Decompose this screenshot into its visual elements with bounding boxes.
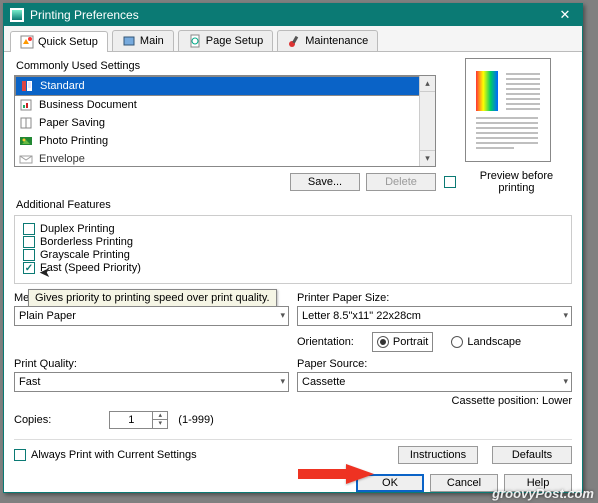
listbox-scrollbar[interactable]: ▴ ▾ xyxy=(419,76,435,166)
print-quality-label: Print Quality: xyxy=(14,358,289,370)
scroll-down[interactable]: ▾ xyxy=(420,150,435,166)
copies-range: (1-999) xyxy=(178,414,213,426)
orientation-label: Orientation: xyxy=(297,336,354,348)
chevron-down-icon: ▾ xyxy=(563,310,568,321)
tab-label: Main xyxy=(140,35,164,47)
media-type-select[interactable]: Plain Paper ▾ xyxy=(14,306,289,326)
fast-tooltip: Gives priority to printing speed over pr… xyxy=(28,289,277,307)
scroll-up[interactable]: ▴ xyxy=(420,76,435,92)
landscape-radio[interactable]: Landscape xyxy=(451,336,521,348)
photo-icon xyxy=(19,134,33,148)
paper-source-value: Cassette xyxy=(302,376,345,388)
tab-label: Maintenance xyxy=(305,35,368,47)
preview-checkbox-label: Preview before printing xyxy=(461,170,572,194)
tab-page-setup[interactable]: Page Setup xyxy=(178,30,274,51)
window-title: Printing Preferences xyxy=(30,8,548,22)
cassette-position-note: Cassette position: Lower xyxy=(297,395,572,407)
list-item-label: Paper Saving xyxy=(39,117,105,129)
paper-saving-icon xyxy=(19,116,33,130)
media-type-value: Plain Paper xyxy=(19,310,76,322)
list-item-label: Photo Printing xyxy=(39,135,108,147)
chevron-down-icon: ▾ xyxy=(280,310,285,321)
paper-size-select[interactable]: Letter 8.5"x11" 22x28cm ▾ xyxy=(297,306,572,326)
borderless-checkbox[interactable] xyxy=(23,236,35,248)
instructions-button[interactable]: Instructions xyxy=(398,446,478,464)
cancel-button[interactable]: Cancel xyxy=(430,474,498,492)
duplex-checkbox[interactable] xyxy=(23,223,35,235)
paper-source-select[interactable]: Cassette ▾ xyxy=(297,372,572,392)
tab-maintenance[interactable]: Maintenance xyxy=(277,30,378,51)
quick-setup-icon xyxy=(20,35,34,49)
business-icon xyxy=(19,98,33,112)
fast-label: Fast (Speed Priority) xyxy=(40,262,141,274)
borderless-label: Borderless Printing xyxy=(40,236,133,248)
preview-checkbox[interactable] xyxy=(444,176,456,188)
printing-preferences-window: Printing Preferences ✕ Quick Setup Main … xyxy=(3,3,583,493)
copies-input[interactable] xyxy=(109,411,153,429)
close-button[interactable]: ✕ xyxy=(548,4,582,26)
always-print-label: Always Print with Current Settings xyxy=(31,449,197,461)
delete-button[interactable]: Delete xyxy=(366,173,436,191)
copies-spinner[interactable]: ▴▾ xyxy=(109,411,168,429)
settings-listbox[interactable]: Standard Business Document Paper Saving … xyxy=(14,75,436,167)
list-item-envelope[interactable]: Envelope xyxy=(15,150,435,167)
spin-up[interactable]: ▴ xyxy=(153,412,167,420)
list-item-business[interactable]: Business Document xyxy=(15,96,435,114)
ok-button[interactable]: OK xyxy=(356,474,424,492)
spin-down[interactable]: ▾ xyxy=(153,420,167,428)
grayscale-label: Grayscale Printing xyxy=(40,249,130,261)
always-print-checkbox[interactable] xyxy=(14,449,26,461)
fast-checkbox[interactable]: ✓ xyxy=(23,262,35,274)
copies-label: Copies: xyxy=(14,414,51,426)
tab-bar: Quick Setup Main Page Setup Maintenance xyxy=(4,26,582,52)
list-item-paper-saving[interactable]: Paper Saving xyxy=(15,114,435,132)
main-icon xyxy=(122,34,136,48)
dialog-body: Commonly Used Settings Standard Business… xyxy=(4,52,582,490)
save-button[interactable]: Save... xyxy=(290,173,360,191)
print-quality-select[interactable]: Fast ▾ xyxy=(14,372,289,392)
list-item-standard[interactable]: Standard xyxy=(15,76,435,96)
standard-icon xyxy=(20,79,34,93)
commonly-used-label: Commonly Used Settings xyxy=(16,60,436,72)
tab-main[interactable]: Main xyxy=(112,30,174,51)
tab-label: Quick Setup xyxy=(38,36,98,48)
paper-source-label: Paper Source: xyxy=(297,358,572,370)
additional-features-label: Additional Features xyxy=(16,199,572,211)
page-preview xyxy=(465,58,551,162)
titlebar: Printing Preferences ✕ xyxy=(4,4,582,26)
chevron-down-icon: ▾ xyxy=(280,376,285,387)
tab-label: Page Setup xyxy=(206,35,264,47)
app-icon xyxy=(10,8,24,22)
list-item-label: Business Document xyxy=(39,99,137,111)
list-item-label: Envelope xyxy=(39,153,85,165)
tab-quick-setup[interactable]: Quick Setup xyxy=(10,31,108,52)
watermark: groovyPost.com xyxy=(492,486,594,501)
cursor-icon: ➤ xyxy=(39,264,51,281)
envelope-icon xyxy=(19,152,33,166)
list-item-photo[interactable]: Photo Printing xyxy=(15,132,435,150)
additional-features-group: Duplex Printing Borderless Printing Gray… xyxy=(14,215,572,284)
paper-size-label: Printer Paper Size: xyxy=(297,292,572,304)
duplex-label: Duplex Printing xyxy=(40,223,115,235)
chevron-down-icon: ▾ xyxy=(563,376,568,387)
paper-size-value: Letter 8.5"x11" 22x28cm xyxy=(302,310,421,322)
grayscale-checkbox[interactable] xyxy=(23,249,35,261)
portrait-radio[interactable]: Portrait xyxy=(372,332,433,352)
defaults-button[interactable]: Defaults xyxy=(492,446,572,464)
page-setup-icon xyxy=(188,34,202,48)
maintenance-icon xyxy=(287,34,301,48)
list-item-label: Standard xyxy=(40,80,85,92)
print-quality-value: Fast xyxy=(19,376,40,388)
